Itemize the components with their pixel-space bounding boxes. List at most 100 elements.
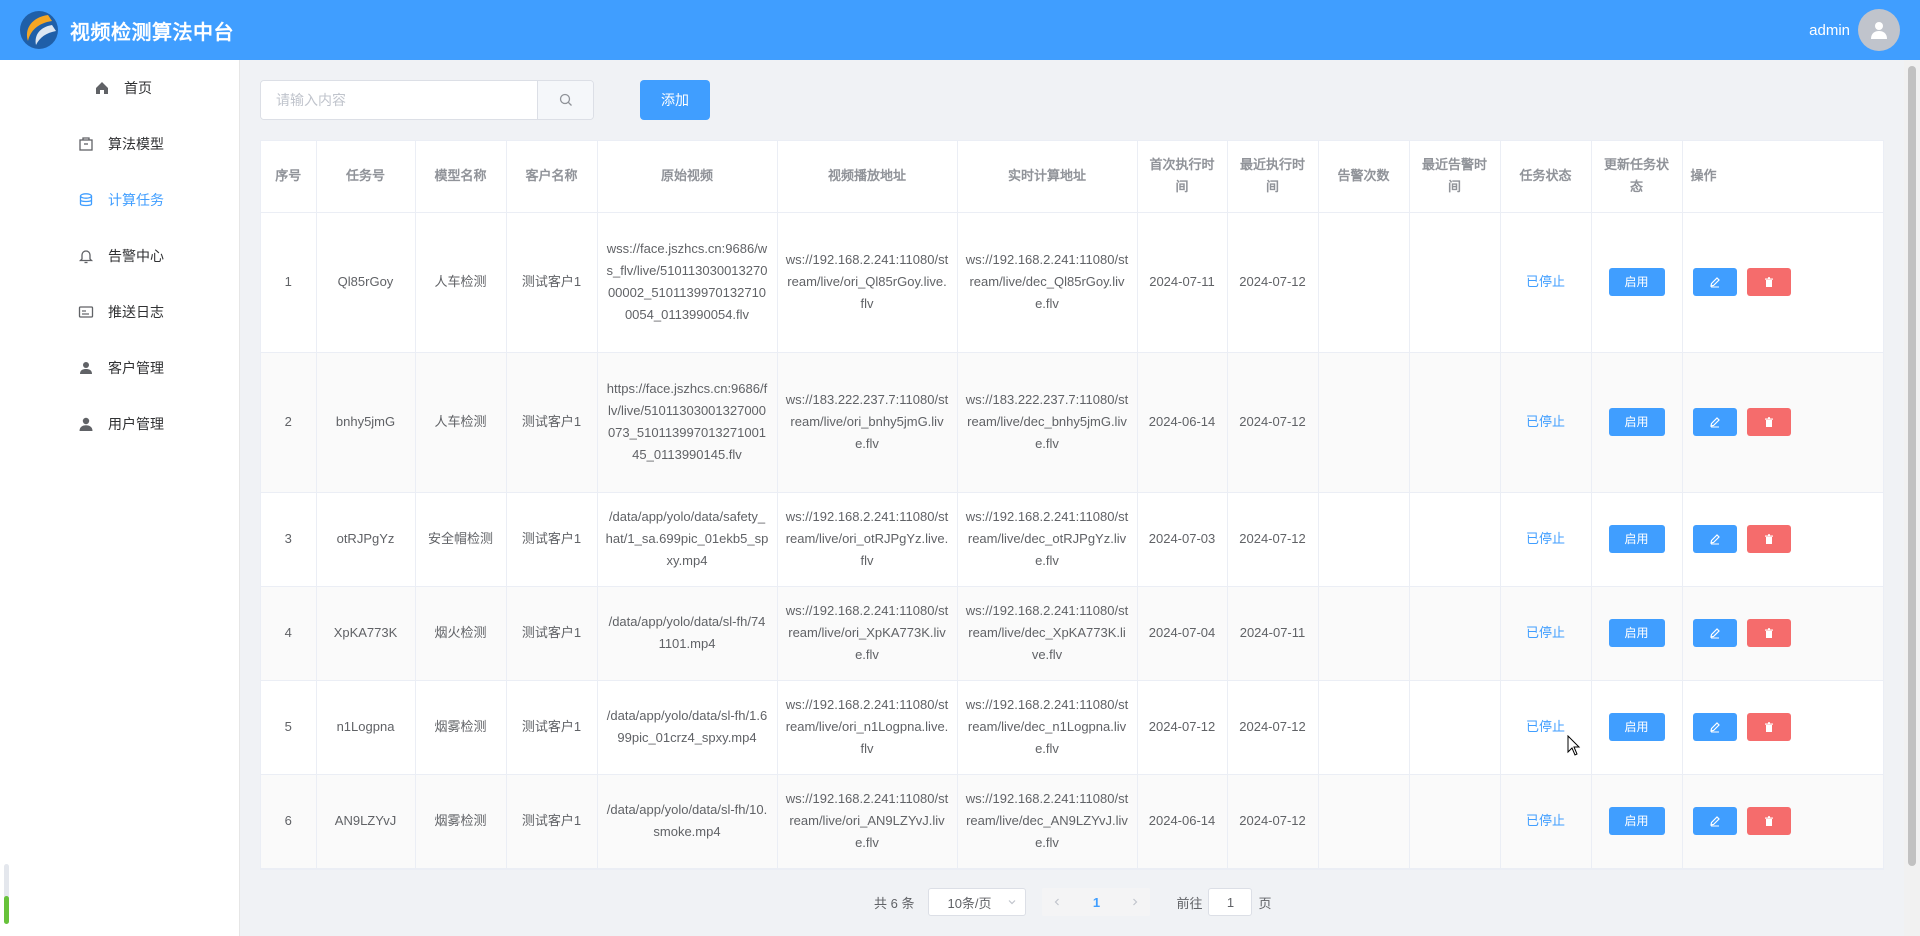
search-input[interactable] (261, 81, 537, 119)
user-icon (79, 417, 93, 431)
cell-compute-url: ws://192.168.2.241:11080/stream/live/dec… (957, 774, 1138, 869)
edit-button[interactable] (1692, 525, 1737, 553)
cell-task-id: bnhy5jmG (316, 352, 416, 493)
cell-play-url: ws://192.168.2.241:11080/stream/live/ori… (777, 212, 958, 353)
cell-actions (1682, 680, 1883, 775)
sidebar-item-5[interactable]: 客户管理 (0, 340, 239, 396)
edit-button[interactable] (1692, 713, 1737, 741)
cell-last-exec: 2024-07-12 (1227, 774, 1319, 869)
cell-customer: 测试客户1 (506, 492, 598, 587)
avatar[interactable] (1858, 9, 1900, 51)
total-count: 共 6 条 (874, 895, 915, 911)
trash-icon (1764, 417, 1773, 427)
delete-button[interactable] (1746, 713, 1791, 741)
enable-button[interactable]: 启用 (1608, 807, 1665, 835)
column-header: 告警次数 (1318, 141, 1410, 213)
delete-button[interactable] (1746, 807, 1791, 835)
cell-model: 安全帽检测 (415, 492, 507, 587)
table-body: 1 Ql85rGoy 人车检测 测试客户1 wss://face.jszhcs.cn:9… (261, 212, 1883, 869)
edit-icon (1709, 722, 1720, 733)
edit-button[interactable] (1692, 408, 1737, 436)
enable-button[interactable]: 启用 (1608, 268, 1665, 296)
sidebar-item-6[interactable]: 用户管理 (0, 396, 239, 452)
edit-button[interactable] (1692, 268, 1737, 296)
delete-button[interactable] (1746, 408, 1791, 436)
log-icon (78, 306, 94, 318)
cell-customer: 测试客户1 (506, 680, 598, 775)
page-size-select[interactable]: 10条/页 (928, 888, 1027, 916)
cell-idx: 2 (261, 352, 317, 493)
sidebar-item-1[interactable]: 算法模型 (0, 116, 239, 172)
edit-button[interactable] (1692, 619, 1737, 647)
status-text: 已停止 (1500, 680, 1592, 775)
sidebar-item-4[interactable]: 推送日志 (0, 284, 239, 340)
sidebar-item-label: 告警中心 (108, 248, 164, 264)
page-scrollbar[interactable] (1904, 60, 1920, 936)
chevron-right-icon[interactable] (1130, 897, 1140, 907)
cell-first-exec: 2024-07-11 (1137, 212, 1228, 353)
current-page[interactable]: 1 (1093, 895, 1100, 910)
cell-model: 人车检测 (415, 212, 507, 353)
cell-update-status: 启用 (1591, 492, 1683, 587)
search-icon (559, 93, 572, 106)
column-header: 更新任务状态 (1591, 141, 1683, 213)
search-box (260, 80, 594, 120)
edit-button[interactable] (1692, 807, 1737, 835)
cell-update-status: 启用 (1591, 586, 1683, 681)
enable-button[interactable]: 启用 (1608, 713, 1665, 741)
edit-icon (1709, 277, 1720, 288)
column-header: 客户名称 (506, 141, 598, 213)
column-header: 模型名称 (415, 141, 507, 213)
username[interactable]: admin (1809, 22, 1850, 39)
cell-play-url: ws://192.168.2.241:11080/stream/live/ori… (777, 680, 958, 775)
delete-button[interactable] (1746, 525, 1791, 553)
sidebar-item-3[interactable]: 告警中心 (0, 228, 239, 284)
add-button[interactable]: 添加 (640, 80, 710, 120)
task-table: 序号 任务号 模型名称 客户名称 原始视频 视频播放地址 实时计算地址 首次执行时间 最近执行时… (260, 140, 1884, 870)
user-avatar-icon (1871, 22, 1887, 39)
cell-compute-url: ws://192.168.2.241:11080/stream/live/dec… (957, 586, 1138, 681)
search-button[interactable] (537, 81, 593, 119)
user-menu[interactable]: admin (1809, 0, 1900, 60)
cell-update-status: 启用 (1591, 352, 1683, 493)
pager: 1 (1042, 888, 1151, 916)
cell-update-status: 启用 (1591, 680, 1683, 775)
sidebar-item-label: 计算任务 (108, 192, 164, 208)
scrollbar-thumb[interactable] (1908, 66, 1916, 866)
enable-button[interactable]: 启用 (1608, 619, 1665, 647)
cell-customer: 测试客户1 (506, 774, 598, 869)
sidebar-menu: 首页 算法模型计算任务告警中心推送日志 客户管理 用户管理 (0, 60, 239, 452)
cell-last-alarm (1409, 680, 1501, 775)
cell-play-url: ws://192.168.2.241:11080/stream/live/ori… (777, 586, 958, 681)
logo-icon (20, 11, 58, 49)
delete-button[interactable] (1746, 268, 1791, 296)
chevron-left-icon[interactable] (1052, 897, 1062, 907)
cell-first-exec: 2024-06-14 (1137, 774, 1228, 869)
sidebar-item-0[interactable]: 首页 (0, 60, 239, 116)
cell-last-exec: 2024-07-12 (1227, 492, 1319, 587)
table-row: 3 otRJPgYz 安全帽检测 测试客户1/data/app/yolo/data/s… (261, 492, 1883, 587)
chevron-down-icon (1009, 900, 1016, 905)
edit-icon (1709, 417, 1720, 428)
cell-model: 人车检测 (415, 352, 507, 493)
cell-alarm-count (1318, 352, 1410, 493)
cell-last-exec: 2024-07-12 (1227, 352, 1319, 493)
delete-button[interactable] (1746, 619, 1791, 647)
cell-play-url: ws://192.168.2.241:11080/stream/live/ori… (777, 492, 958, 587)
column-header: 原始视频 (597, 141, 778, 213)
table-row: 6 AN9LZYvJ 烟雾检测 测试客户1/data/app/yolo/data/sl… (261, 774, 1883, 869)
cell-first-exec: 2024-07-03 (1137, 492, 1228, 587)
enable-button[interactable]: 启用 (1608, 408, 1665, 436)
cell-model: 烟火检测 (415, 586, 507, 681)
table-row: 1 Ql85rGoy 人车检测 测试客户1 wss://face.jszhcs.cn:9… (261, 212, 1883, 353)
cell-last-exec: 2024-07-12 (1227, 212, 1319, 353)
column-header: 最近执行时间 (1227, 141, 1319, 213)
column-header: 实时计算地址 (957, 141, 1138, 213)
enable-button[interactable]: 启用 (1608, 525, 1665, 553)
goto-page-input[interactable] (1208, 888, 1253, 916)
cell-actions (1682, 352, 1883, 493)
cell-last-exec: 2024-07-11 (1227, 586, 1319, 681)
cell-source: https://face.jszhcs.cn:9686/flv/live/510… (597, 352, 778, 493)
cell-first-exec: 2024-07-12 (1137, 680, 1228, 775)
sidebar-item-2[interactable]: 计算任务 (0, 172, 239, 228)
